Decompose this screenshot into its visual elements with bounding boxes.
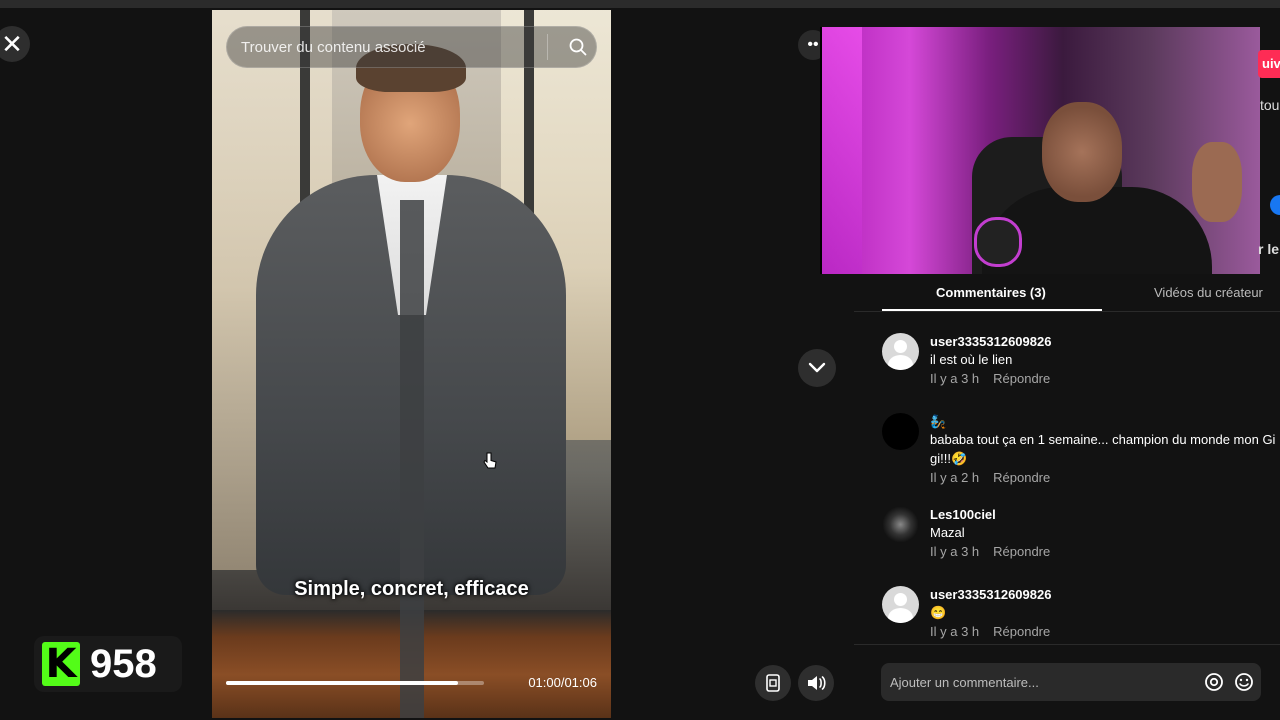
video-subtitle: Simple, concret, efficace bbox=[294, 578, 529, 600]
comment-username[interactable]: user3335312609826 bbox=[930, 333, 1280, 350]
kick-badge: K 958 bbox=[34, 636, 182, 692]
more-dots-icon: •• bbox=[807, 36, 819, 53]
comment-input-box[interactable] bbox=[881, 663, 1261, 701]
comment-time: Il y a 3 h bbox=[930, 371, 980, 386]
volume-button[interactable] bbox=[798, 665, 834, 701]
reply-button[interactable]: Répondre bbox=[993, 624, 1050, 639]
follow-button[interactable]: uiv bbox=[1258, 50, 1280, 78]
streamer-hand bbox=[1192, 142, 1242, 222]
neon-light bbox=[822, 27, 862, 274]
speaker-icon bbox=[808, 676, 826, 690]
kick-logo: K bbox=[42, 641, 80, 687]
video-time: 01:00/01:06 bbox=[528, 675, 597, 690]
close-button[interactable]: ✕ bbox=[0, 26, 30, 62]
browser-top-edge bbox=[0, 0, 1280, 8]
avatar[interactable] bbox=[882, 506, 919, 543]
comments-tabs: Commentaires (3) Vidéos du créateur bbox=[854, 274, 1280, 312]
comment-time: Il y a 3 h bbox=[930, 544, 980, 559]
comment-bar-divider bbox=[854, 644, 1280, 645]
emoji-icon[interactable] bbox=[1231, 669, 1257, 695]
search-separator bbox=[547, 34, 548, 60]
reply-button[interactable]: Répondre bbox=[993, 544, 1050, 559]
reply-button[interactable]: Répondre bbox=[993, 470, 1050, 485]
comment-username[interactable]: user3335312609826 bbox=[930, 586, 1280, 603]
comment-username[interactable]: Les100ciel bbox=[930, 506, 1280, 523]
reply-button[interactable]: Répondre bbox=[993, 371, 1050, 386]
avatar[interactable] bbox=[882, 413, 919, 450]
comment-text: 😁 bbox=[930, 605, 947, 620]
comment-time: Il y a 2 h bbox=[930, 470, 980, 485]
video-progress-bar[interactable] bbox=[226, 681, 484, 685]
video-progress-fill bbox=[226, 681, 459, 685]
related-search-bar[interactable] bbox=[226, 26, 597, 68]
video-player[interactable]: Simple, concret, efficace 01:00/01:06 bbox=[212, 10, 611, 718]
related-search-input[interactable] bbox=[241, 38, 547, 56]
close-icon: ✕ bbox=[1, 28, 23, 59]
microphone bbox=[974, 217, 1022, 267]
at-icon[interactable] bbox=[1201, 669, 1227, 695]
comment-input[interactable] bbox=[890, 674, 1201, 690]
avatar[interactable] bbox=[882, 333, 919, 370]
comment-text: Mazal bbox=[930, 525, 965, 540]
comment-username[interactable]: 🧞 bbox=[930, 413, 1280, 430]
report-button[interactable] bbox=[755, 665, 791, 701]
partial-text: r le bbox=[1258, 241, 1280, 257]
tab-creator-videos[interactable]: Vidéos du créateur bbox=[1154, 285, 1263, 300]
tab-comments[interactable]: Commentaires (3) bbox=[936, 285, 1046, 300]
search-icon[interactable] bbox=[560, 38, 596, 56]
comment-text: bababa tout ça en 1 semaine... champion … bbox=[930, 432, 1276, 466]
kick-viewer-count: 958 bbox=[90, 641, 157, 686]
streamer-face bbox=[1042, 102, 1122, 202]
report-icon bbox=[766, 674, 780, 692]
person-tie bbox=[400, 200, 424, 718]
next-video-button[interactable] bbox=[798, 349, 836, 387]
comment-time: Il y a 3 h bbox=[930, 624, 980, 639]
avatar[interactable] bbox=[882, 586, 919, 623]
partial-text: tou bbox=[1260, 97, 1280, 113]
comment-text: il est où le lien bbox=[930, 352, 1013, 367]
active-tab-indicator bbox=[882, 309, 1102, 311]
chevron-down-icon bbox=[808, 362, 826, 373]
streamer-webcam-overlay bbox=[820, 27, 1260, 274]
mouse-cursor-icon bbox=[483, 452, 497, 475]
